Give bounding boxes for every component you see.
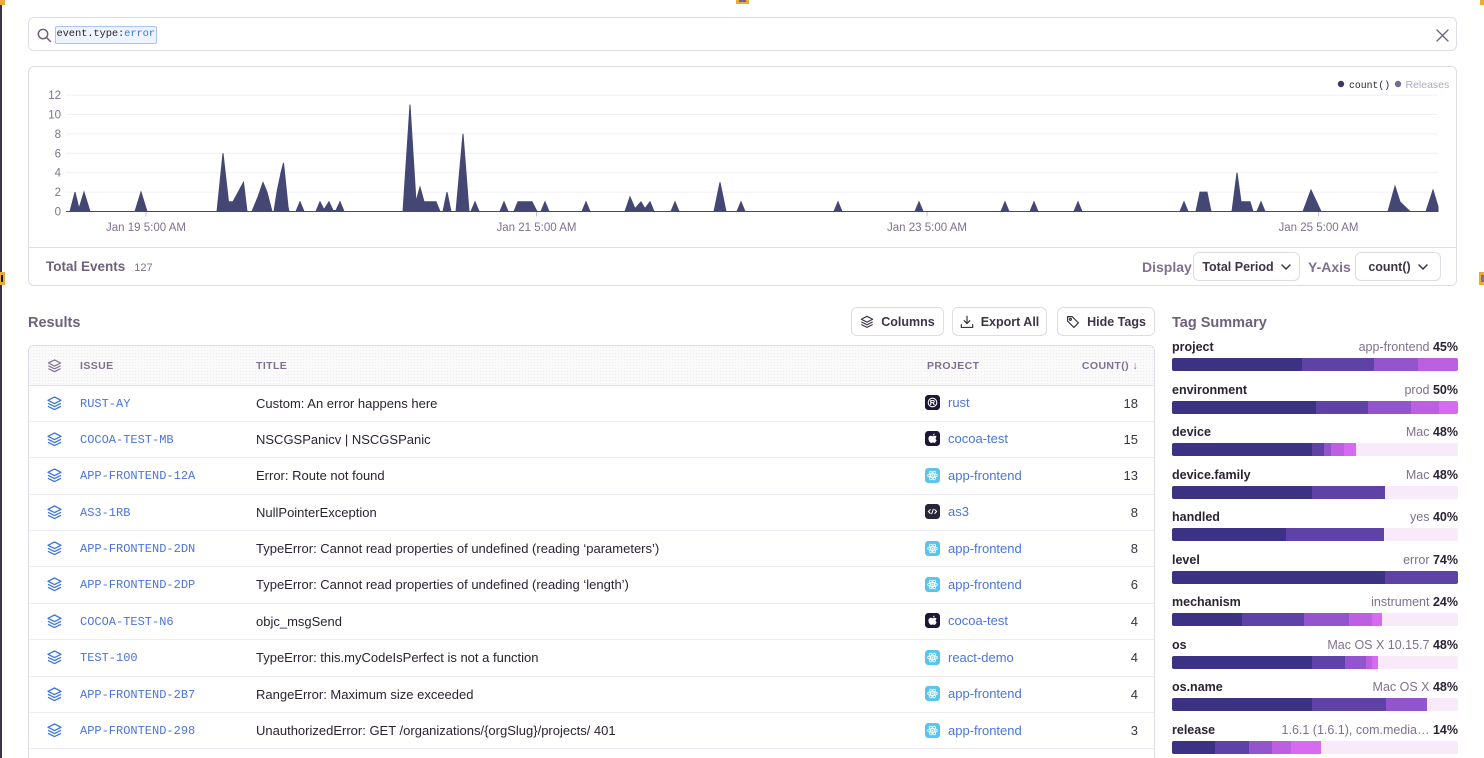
- svg-text:0: 0: [55, 207, 61, 219]
- svg-text:12: 12: [48, 90, 61, 102]
- svg-text:Jan 19 5:00 AM: Jan 19 5:00 AM: [106, 222, 186, 234]
- svg-text:4: 4: [55, 168, 62, 180]
- svg-text:Releases: Releases: [1406, 79, 1450, 91]
- svg-text:2: 2: [55, 187, 61, 199]
- svg-text:8: 8: [55, 129, 61, 141]
- svg-text:10: 10: [48, 110, 61, 122]
- svg-text:count(): count(): [1349, 80, 1390, 91]
- svg-text:Jan 23 5:00 AM: Jan 23 5:00 AM: [887, 222, 967, 234]
- svg-text:6: 6: [55, 148, 61, 160]
- svg-text:Jan 25 5:00 AM: Jan 25 5:00 AM: [1279, 222, 1359, 234]
- svg-text:Jan 21 5:00 AM: Jan 21 5:00 AM: [497, 222, 577, 234]
- svg-text:R: R: [930, 398, 936, 407]
